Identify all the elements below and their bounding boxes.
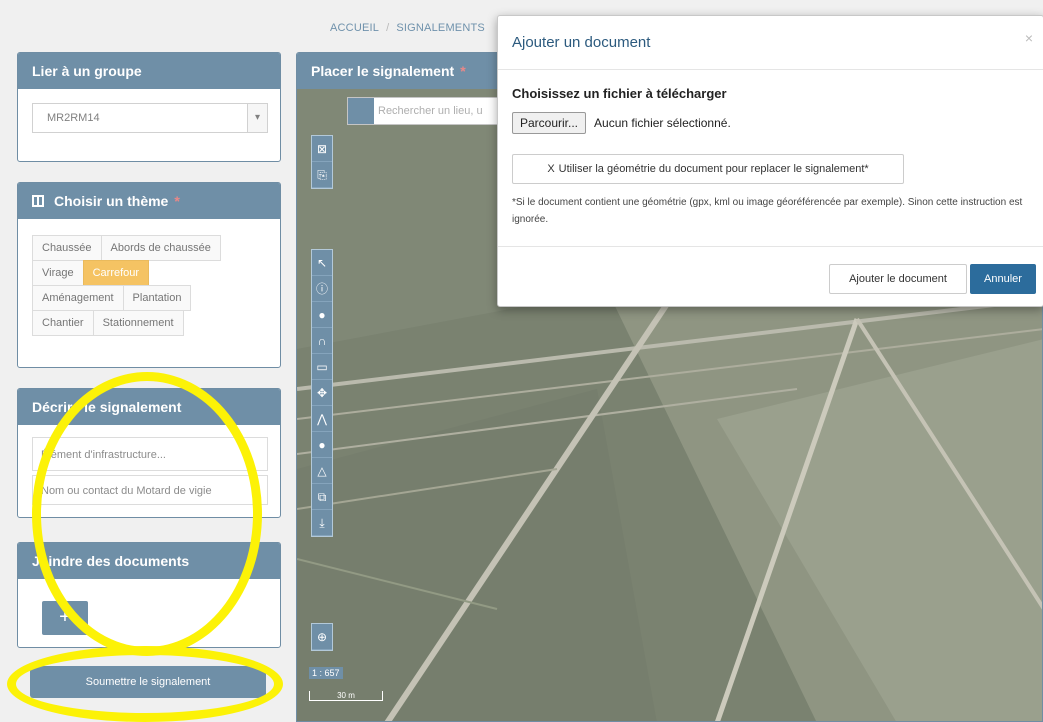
geometry-note: *Si le document contient une géométrie (… xyxy=(512,197,1023,225)
file-heading: Choisissez un fichier à télécharger xyxy=(512,86,727,101)
browse-button[interactable]: Parcourir... xyxy=(512,112,587,134)
file-picker: Parcourir... Aucun fichier sélectionné. xyxy=(512,112,731,134)
divider xyxy=(498,69,1043,70)
annotation-ellipse xyxy=(7,646,283,722)
dialog-title: Ajouter un document xyxy=(512,34,651,51)
check-icon: X xyxy=(547,163,555,175)
file-status: Aucun fichier sélectionné. xyxy=(594,116,731,130)
divider xyxy=(498,246,1043,247)
use-geometry-toggle[interactable]: X Utiliser la géométrie du document pour … xyxy=(512,154,904,184)
cancel-button[interactable]: Annuler xyxy=(970,264,1036,294)
add-document-dialog: Ajouter un document × Choisissez un fich… xyxy=(497,15,1043,307)
annotation-ellipse xyxy=(32,372,262,656)
close-icon[interactable]: × xyxy=(1025,30,1033,46)
add-document-confirm-button[interactable]: Ajouter le document xyxy=(829,264,967,294)
